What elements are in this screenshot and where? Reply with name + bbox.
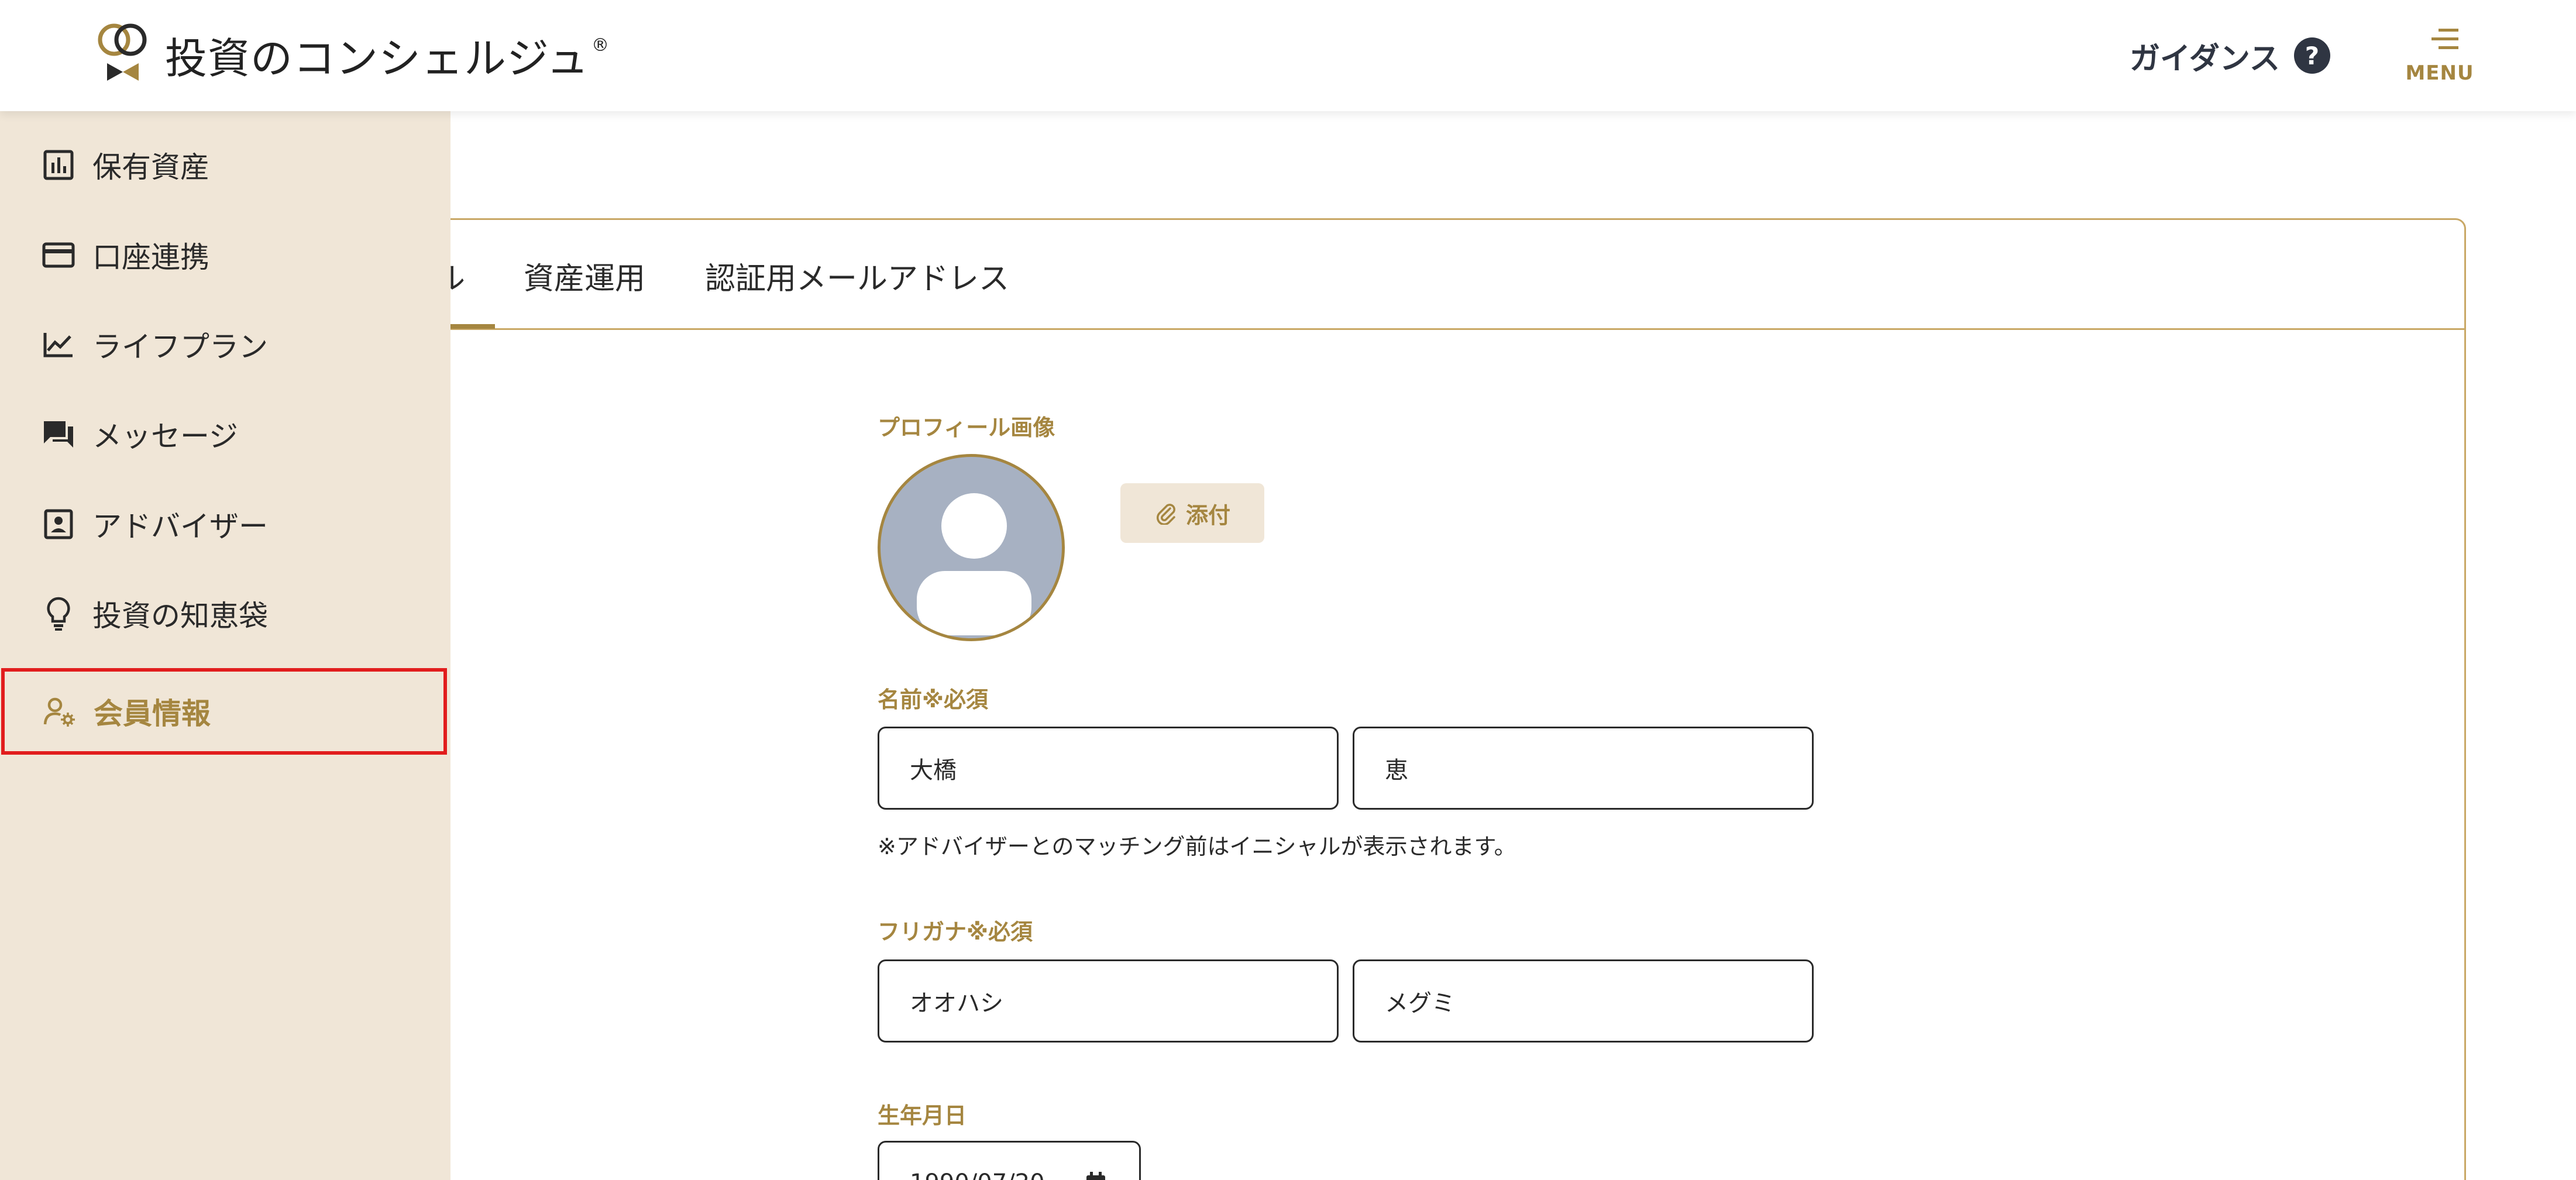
sidebar-item-accounts[interactable]: 口座連携	[0, 212, 448, 298]
sidebar-item-label: 口座連携	[92, 240, 209, 274]
profile-image-label: プロフィール画像	[878, 415, 1055, 441]
last-kana-value: オオハシ	[910, 990, 1003, 1017]
chat-icon	[41, 417, 76, 452]
sidebar-item-holdings[interactable]: 保有資産	[0, 122, 448, 208]
help-icon: ?	[2293, 37, 2330, 74]
birthdate-value: 1990/07/20	[910, 1169, 1045, 1180]
logo[interactable]: 投資のコンシェルジュ ®	[97, 22, 609, 87]
sidebar-item-member-info[interactable]: 会員情報	[1, 668, 447, 755]
sidebar-item-knowledge[interactable]: 投資の知恵袋	[0, 570, 448, 657]
first-name-input[interactable]: 恵	[1353, 727, 1814, 810]
menu-label: MENU	[2405, 61, 2474, 85]
first-kana-input[interactable]: メグミ	[1353, 959, 1814, 1043]
trending-up-icon	[41, 327, 76, 362]
furigana-label: フリガナ※必須	[878, 919, 1033, 945]
bar-chart-icon	[41, 147, 76, 183]
avatar	[878, 454, 1065, 641]
paperclip-icon	[1156, 504, 1175, 525]
sidebar-item-label: ライフプラン	[92, 330, 268, 364]
app-header: 投資のコンシェルジュ ® ガイダンス ? MENU	[0, 0, 2576, 111]
guidance-label: ガイダンス	[2130, 41, 2280, 77]
sidebar-item-label: アドバイザー	[92, 510, 268, 543]
sidebar-item-advisor[interactable]: アドバイザー	[0, 481, 448, 567]
name-label: 名前※必須	[878, 687, 988, 713]
guidance-button[interactable]: ガイダンス ?	[2130, 32, 2330, 79]
attach-button[interactable]: 添付	[1120, 483, 1264, 543]
user-settings-icon	[42, 694, 77, 729]
first-kana-value: メグミ	[1385, 990, 1455, 1017]
person-placeholder-icon	[917, 493, 1031, 635]
calendar-icon[interactable]	[1084, 1171, 1108, 1180]
contact-card-icon	[41, 507, 76, 542]
sidebar-item-messages[interactable]: メッセージ	[0, 391, 448, 477]
lightbulb-icon	[41, 596, 76, 631]
first-name-value: 恵	[1385, 757, 1408, 784]
last-name-value: 大橋	[910, 757, 957, 784]
last-kana-input[interactable]: オオハシ	[878, 959, 1339, 1043]
attach-label: 添付	[1185, 502, 1230, 528]
last-name-input[interactable]: 大橋	[878, 727, 1339, 810]
registered-mark: ®	[591, 35, 609, 56]
sidebar-item-label: 会員情報	[94, 697, 211, 731]
logo-mark-icon	[98, 23, 147, 81]
credit-card-icon	[41, 238, 76, 273]
sidebar: 保有資産 口座連携 ライフプラン メッセージ アドバイザー 投資の知恵袋 会員情…	[0, 111, 450, 1180]
sidebar-item-life-plan[interactable]: ライフプラン	[0, 301, 448, 388]
hamburger-icon	[2429, 29, 2458, 55]
sidebar-item-label: メッセージ	[92, 419, 238, 453]
name-note: ※アドバイザーとのマッチング前はイニシャルが表示されます。	[878, 834, 1516, 859]
logo-text: 投資のコンシェルジュ	[165, 33, 589, 83]
tab-asset-management[interactable]: 資産運用	[524, 254, 645, 298]
tab-bar: ル 資産運用 認証用メールアドレス	[435, 220, 2464, 330]
birthdate-label: 生年月日	[878, 1103, 967, 1129]
menu-button[interactable]: MENU	[2405, 26, 2475, 91]
tab-auth-email[interactable]: 認証用メールアドレス	[705, 254, 1009, 298]
sidebar-item-label: 保有資産	[92, 150, 209, 184]
sidebar-item-label: 投資の知恵袋	[92, 599, 268, 633]
birthdate-input[interactable]: 1990/07/20	[878, 1141, 1141, 1180]
